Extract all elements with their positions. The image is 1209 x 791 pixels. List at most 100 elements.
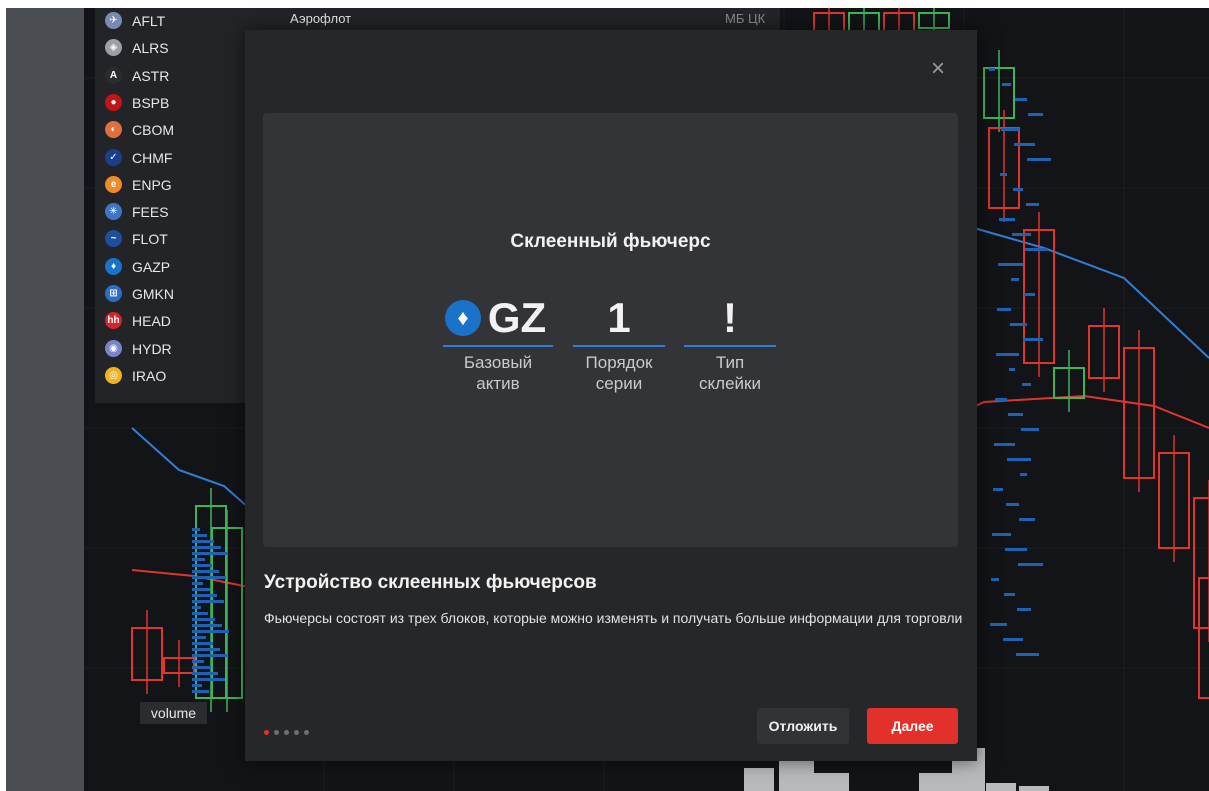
ticker-symbol: AFLT — [132, 13, 166, 29]
base-asset-value: GZ — [487, 294, 547, 341]
volume-profile-bar — [192, 654, 227, 657]
modal-description: Фьючерсы состоят из трех блоков, которые… — [264, 610, 963, 626]
volume-profile-bar — [1004, 593, 1015, 596]
volume-profile-bar — [990, 623, 1007, 626]
close-icon[interactable]: × — [927, 57, 949, 81]
base-asset-caption-line1: Базовый — [463, 353, 533, 372]
volume-profile-bar — [192, 600, 224, 603]
volume-profile-bar — [1005, 548, 1027, 551]
series-order-block: 1 Порядок серии — [573, 293, 665, 394]
postpone-button[interactable]: Отложить — [757, 708, 849, 744]
series-order-underline — [573, 345, 665, 347]
volume-profile-bar — [1009, 368, 1015, 371]
volume-profile-bar — [1008, 413, 1023, 416]
volume-profile-bar — [1023, 338, 1043, 341]
base-asset-caption: Базовый актив — [443, 352, 553, 394]
volume-profile-bar — [192, 606, 201, 609]
volume-profile-bar — [192, 642, 213, 645]
volume-profile-bar — [192, 570, 219, 573]
next-button[interactable]: Далее — [867, 708, 958, 744]
volume-profile-bar — [192, 618, 215, 621]
stitch-type-underline — [684, 345, 776, 347]
volume-profile-bar — [192, 636, 206, 639]
volume-profile-bar — [1007, 458, 1031, 461]
volume-profile-bar — [1026, 203, 1039, 206]
volume-bar — [919, 773, 952, 791]
volume-profile-bar — [192, 666, 211, 669]
volume-profile-bar — [192, 528, 200, 531]
ticker-name: Аэрофлот — [290, 11, 352, 26]
bspb-icon: ● — [105, 93, 122, 111]
volume-profile-bar — [192, 678, 225, 681]
ticker-symbol: GMKN — [132, 286, 174, 302]
volume-profile-bar — [991, 578, 999, 581]
series-order-caption-line1: Порядок — [585, 353, 653, 372]
pager-dot-1[interactable] — [264, 730, 269, 735]
volume-profile-bar — [1011, 278, 1019, 281]
volume-profile-bar — [1025, 248, 1047, 251]
volume-profile-bar — [1021, 428, 1039, 431]
hero-illustration: Склеенный фьючерс ♦ GZ Базовый актив 1 П… — [263, 113, 958, 547]
volume-profile-bar — [192, 558, 205, 561]
pager-dot-5[interactable] — [304, 730, 309, 735]
volume-profile-bar — [997, 308, 1011, 311]
series-order-caption-line2: серии — [595, 374, 643, 393]
volume-profile-bar — [1012, 233, 1031, 236]
series-order-caption: Порядок серии — [573, 352, 665, 394]
volume-profile-bar — [1015, 98, 1027, 101]
volume-bar — [1019, 786, 1049, 791]
base-asset-block: GZ Базовый актив — [443, 293, 553, 394]
ticker-symbol: IRAO — [132, 367, 167, 384]
volume-profile-bar — [192, 690, 209, 693]
volume-profile-bar — [999, 218, 1015, 221]
volume-profile-bar — [998, 263, 1023, 266]
volume-profile-bar — [192, 624, 222, 627]
volume-profile-bar — [192, 648, 220, 651]
left-rail — [6, 8, 84, 791]
volume-profile-bar — [1003, 638, 1023, 641]
rushydro-icon: ◉ — [105, 339, 122, 357]
volume-profile-bar — [996, 353, 1019, 356]
volume-profile-bar — [192, 534, 207, 537]
volume-profile-bar — [192, 594, 217, 597]
pager-dot-3[interactable] — [284, 730, 289, 735]
headhunter-icon: hh — [105, 312, 122, 330]
ticker-symbol: FLOT — [132, 231, 168, 248]
interrao-icon: ◎ — [105, 366, 122, 384]
pager-dot-2[interactable] — [274, 730, 279, 735]
candle — [1198, 577, 1209, 699]
volume-profile-bar — [192, 576, 226, 579]
stitch-type-caption-line1: Тип — [715, 353, 745, 372]
fsk-icon: ✳ — [105, 203, 122, 221]
gazprom-icon: ♦ — [105, 257, 122, 275]
volume-profile-bar — [1002, 83, 1011, 86]
volume-profile-bar — [1018, 563, 1043, 566]
volume-bar — [744, 768, 774, 791]
stitch-type-caption-line2: склейки — [699, 374, 761, 393]
stitch-type-value: ! — [723, 294, 737, 341]
ticker-symbol: ALRS — [132, 40, 169, 57]
volume-profile-bar — [192, 672, 218, 675]
ticker-symbol: ASTR — [132, 67, 170, 84]
modal-heading: Устройство склеенных фьючерсов — [264, 572, 597, 593]
stitch-type-block: ! Тип склейки — [684, 293, 776, 394]
volume-profile-bar — [993, 488, 1003, 491]
volume-profile-bar — [192, 630, 229, 633]
volume-profile-bar — [994, 443, 1015, 446]
volume-profile-bar — [192, 546, 221, 549]
volume-profile-bar — [1019, 518, 1035, 521]
volume-profile-bar — [1022, 383, 1031, 386]
app-screen: ✈ AFLT Аэрофлот МБ ЦК ◈ ALRS A ASTR ● BSPB ◐ CBOM ✓ C… — [0, 0, 1209, 791]
volume-profile-bar — [1000, 173, 1007, 176]
aeroflot-icon: ✈ — [105, 12, 122, 29]
ticker-symbol: CHMF — [132, 149, 173, 166]
pager-dot-4[interactable] — [294, 730, 299, 735]
series-order-value: 1 — [607, 294, 631, 341]
volume-profile-bar — [1027, 158, 1051, 161]
volume-profile-bar — [1024, 293, 1035, 296]
ticker-symbol: BSPB — [132, 94, 170, 111]
volume-profile-bar — [1020, 473, 1027, 476]
volume-profile-bar — [1017, 608, 1031, 611]
sovcomflot-icon: ~ — [105, 230, 122, 248]
ticker-symbol: HYDR — [132, 340, 172, 357]
